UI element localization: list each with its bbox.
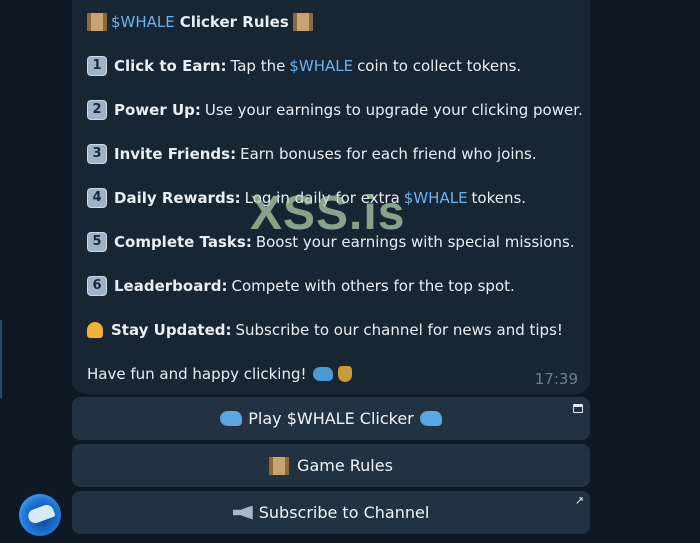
rule-text: tokens. [471, 189, 527, 207]
subscribe-button[interactable]: Subscribe to Channel ↗ [72, 491, 590, 534]
keycap-3-icon: 3 [87, 144, 107, 164]
rule-6: 6 Leaderboard: Compete with others for t… [87, 276, 515, 296]
rule-label: Daily Rewards: [114, 189, 241, 207]
stay-updated-label: Stay Updated: [111, 321, 232, 339]
rule-label: Leaderboard: [114, 277, 228, 295]
external-link-arrow-icon: ↗ [574, 494, 584, 507]
token-link[interactable]: $WHALE [289, 56, 353, 76]
rule-5: 5 Complete Tasks: Boost your earnings wi… [87, 232, 575, 252]
rule-label: Power Up: [114, 101, 201, 119]
closing-text: Have fun and happy clicking! [87, 365, 307, 383]
stay-updated-text: Subscribe to our channel for news and ti… [235, 321, 563, 339]
play-button[interactable]: Play $WHALE Clicker [72, 397, 590, 440]
rule-3: 3 Invite Friends: Earn bonuses for each … [87, 144, 537, 164]
keycap-4-icon: 4 [87, 188, 107, 208]
keycap-1-icon: 1 [87, 56, 107, 76]
keycap-6-icon: 6 [87, 276, 107, 296]
bell-icon [87, 322, 103, 338]
avatar[interactable] [19, 494, 61, 536]
scroll-icon [269, 456, 290, 475]
megaphone-icon [232, 505, 253, 520]
keycap-5-icon: 5 [87, 232, 107, 252]
rule-label: Complete Tasks: [114, 233, 252, 251]
money-bag-icon [337, 366, 352, 382]
rule-text: Earn bonuses for each friend who joins. [240, 145, 537, 163]
title-text: Clicker Rules [179, 13, 289, 31]
rule-label: Click to Earn: [114, 57, 227, 75]
title-token: $WHALE [111, 13, 175, 31]
rule-text: Boost your earnings with special mission… [255, 233, 575, 251]
whale-icon [419, 411, 442, 426]
message-title: $WHALE Clicker Rules [87, 12, 317, 32]
play-button-label: Play $WHALE Clicker [248, 409, 414, 428]
keycap-2-icon: 2 [87, 100, 107, 120]
rule-text: Tap the [230, 57, 286, 75]
rule-2: 2 Power Up: Use your earnings to upgrade… [87, 100, 583, 120]
scroll-icon [292, 13, 313, 31]
scroll-icon [87, 13, 107, 31]
whale-icon [26, 502, 56, 526]
closing-line: Have fun and happy clicking! [87, 364, 352, 384]
game-rules-button[interactable]: Game Rules [72, 444, 590, 487]
rule-text: Log in daily for extra [244, 189, 400, 207]
stay-updated: Stay Updated: Subscribe to our channel f… [87, 320, 563, 340]
rule-text: Compete with others for the top spot. [231, 277, 515, 295]
rule-4: 4 Daily Rewards: Log in daily for extra … [87, 188, 526, 208]
rule-label: Invite Friends: [114, 145, 237, 163]
rule-text: Use your earnings to upgrade your clicki… [204, 101, 583, 119]
token-link[interactable]: $WHALE [404, 188, 468, 208]
chat-list-edge [0, 320, 2, 398]
message-bubble: $WHALE Clicker Rules 1 Click to Earn: Ta… [72, 0, 590, 394]
web-app-icon [573, 404, 583, 413]
message-time: 17:39 [534, 370, 578, 388]
rule-text: coin to collect tokens. [357, 57, 522, 75]
rule-1: 1 Click to Earn: Tap the $WHALE coin to … [87, 56, 521, 76]
game-rules-button-label: Game Rules [297, 456, 393, 475]
whale-icon [220, 411, 243, 426]
whale-icon [312, 367, 333, 381]
subscribe-button-label: Subscribe to Channel [258, 503, 430, 522]
